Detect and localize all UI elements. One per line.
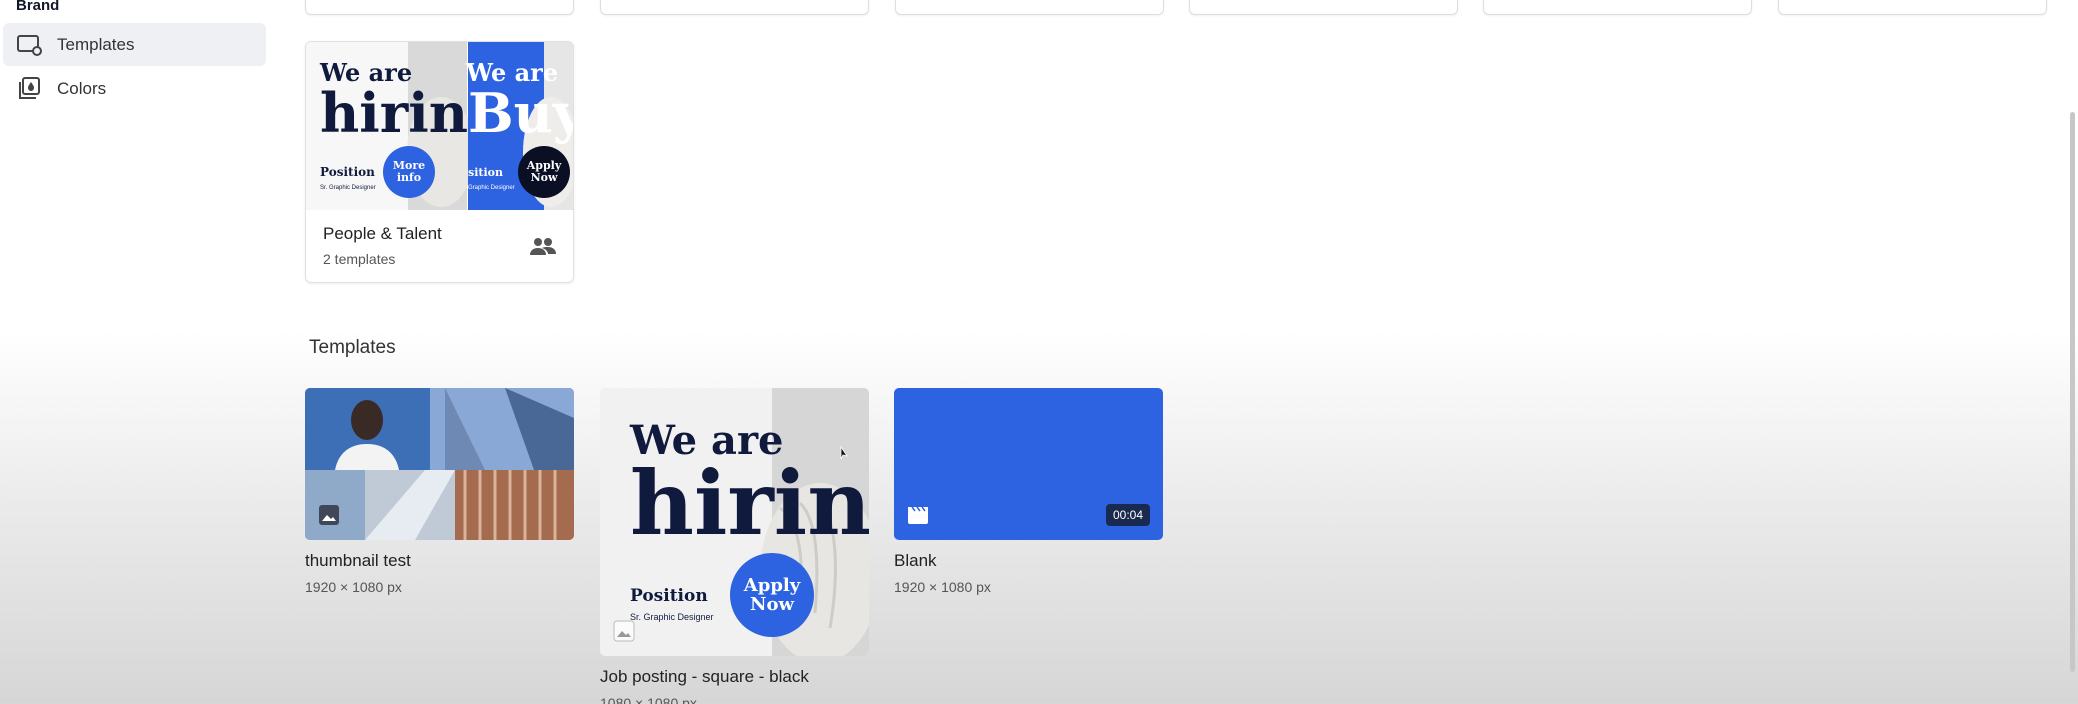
people-icon <box>530 237 556 262</box>
partial-folder-card[interactable] <box>1189 0 1458 15</box>
template-dimensions: 1920 × 1080 px <box>894 579 991 595</box>
preview-position: Position <box>630 586 708 606</box>
preview-headline: hiring <box>630 451 869 555</box>
template-icon <box>16 31 44 59</box>
template-thumbnail[interactable] <box>305 388 574 540</box>
partial-folder-card[interactable] <box>895 0 1164 15</box>
preview-position-2: sition <box>468 166 503 179</box>
section-title-templates: Templates <box>309 337 396 358</box>
preview-role: Sr. Graphic Designer <box>630 612 714 622</box>
sidebar-item-templates[interactable]: Templates <box>3 23 266 66</box>
sidebar-item-colors[interactable]: Colors <box>3 67 266 110</box>
sidebar-item-label: Templates <box>57 34 135 54</box>
template-name[interactable]: Blank <box>894 551 1163 571</box>
scrollbar[interactable] <box>2070 112 2075 672</box>
template-card-job-posting[interactable]: We are hiring Position Sr. Graphic Desig… <box>600 388 869 704</box>
partial-folder-card[interactable] <box>1483 0 1752 15</box>
sidebar-item-label: Colors <box>57 78 107 98</box>
preview-position: Position <box>320 165 375 179</box>
duration-badge: 00:04 <box>1105 504 1150 526</box>
template-card-blank[interactable]: 00:04 Blank 1920 × 1080 px <box>894 388 1163 595</box>
video-icon <box>907 504 929 526</box>
partial-folder-card[interactable] <box>305 0 574 15</box>
template-card-thumbnail-test[interactable]: thumbnail test 1920 × 1080 px <box>305 388 574 595</box>
preview-badge-line2: Now <box>750 594 794 615</box>
template-dimensions: 1920 × 1080 px <box>305 579 402 595</box>
preview-role-2: Graphic Designer <box>468 185 515 191</box>
partial-folder-card[interactable] <box>1778 0 2047 15</box>
folder-count: 2 templates <box>323 251 396 267</box>
partial-folder-card[interactable] <box>600 0 869 15</box>
image-icon <box>613 620 635 642</box>
template-name[interactable]: Job posting - square - black <box>600 667 869 687</box>
template-thumbnail[interactable]: We are hiring Position Sr. Graphic Desig… <box>600 388 869 656</box>
preview-role: Sr. Graphic Designer <box>320 185 376 191</box>
sidebar-heading: Brand <box>16 0 60 14</box>
template-name[interactable]: thumbnail test <box>305 551 574 571</box>
preview-headline-2: Buyi <box>468 81 574 145</box>
preview-badge-line2-2: Now <box>531 171 558 184</box>
image-icon <box>318 504 340 526</box>
folder-title: People & Talent <box>323 224 442 243</box>
folder-preview: We are hiring Position Sr. Graphic Desig… <box>306 42 574 210</box>
template-thumbnail[interactable]: 00:04 <box>894 388 1163 540</box>
preview-badge-line1: Apply <box>743 575 801 596</box>
palette-icon <box>16 75 44 103</box>
folder-card-people-talent[interactable]: We are hiring Position Sr. Graphic Desig… <box>305 41 574 283</box>
sidebar: Brand Templates Colors <box>0 0 275 704</box>
template-dimensions: 1080 × 1080 px <box>600 695 697 704</box>
preview-badge-line2: info <box>397 171 421 184</box>
